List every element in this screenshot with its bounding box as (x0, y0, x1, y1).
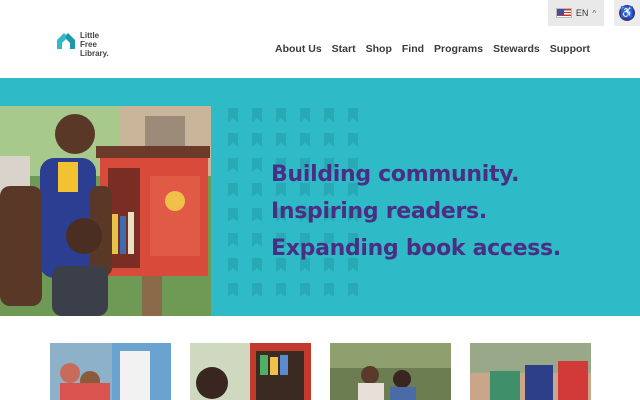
nav-shop[interactable]: Shop (366, 43, 392, 55)
site-logo[interactable]: Little Free Library. (56, 31, 109, 58)
bookmark-shape (228, 258, 238, 272)
nav-about-us[interactable]: About Us (275, 43, 322, 55)
bookmark-shape (228, 283, 238, 297)
bookmark-shape (228, 183, 238, 197)
chevron-up-icon: ^ (592, 8, 597, 18)
language-selector[interactable]: EN ^ (548, 0, 604, 26)
bookmark-shape (300, 283, 310, 297)
bookmark-shape (252, 158, 262, 172)
bookmark-shape (348, 283, 358, 297)
man-and-child-at-little-free-library-photo (0, 106, 211, 316)
logo-line: Free (80, 40, 97, 49)
thumbnail-card[interactable] (470, 343, 591, 400)
bookmark-shape (276, 283, 286, 297)
girl-with-bookshelf-photo (190, 343, 311, 400)
thumbnail-card[interactable] (190, 343, 311, 400)
nav-support[interactable]: Support (550, 43, 590, 55)
bookmark-shape (324, 108, 334, 122)
logo-text: Little Free Library. (80, 31, 109, 58)
thumbnail-card[interactable] (330, 343, 451, 400)
nav-find[interactable]: Find (402, 43, 424, 55)
hero-photo (0, 106, 211, 316)
nav-start[interactable]: Start (332, 43, 356, 55)
hero-line: Building community. (271, 162, 520, 187)
bookmark-shape (252, 108, 262, 122)
bookmark-shape (228, 108, 238, 122)
bookmark-shape (228, 158, 238, 172)
us-flag-icon (555, 8, 572, 18)
hero-headline: Building community. Inspiring readers. E… (271, 156, 561, 267)
page: EN ^ ♿ Little Free Library. About Us Sta… (0, 0, 640, 400)
bookmark-shape (252, 233, 262, 247)
house-book-logo-icon (57, 33, 75, 49)
bookmark-shape (324, 283, 334, 297)
bookmark-shape (300, 108, 310, 122)
bookmark-shape (228, 133, 238, 147)
accessibility-icon: ♿ (619, 5, 635, 21)
bookmark-shape (348, 108, 358, 122)
children-at-library-box-photo (50, 343, 171, 400)
nav-stewards[interactable]: Stewards (493, 43, 540, 55)
bookmark-shape (300, 133, 310, 147)
nav-programs[interactable]: Programs (434, 43, 483, 55)
bookmark-shape (252, 133, 262, 147)
accessibility-button[interactable]: ♿ (614, 0, 640, 26)
colorful-library-box-photo (470, 343, 591, 400)
bookmark-shape (228, 208, 238, 222)
bookmark-shape (324, 133, 334, 147)
bookmark-shape (228, 233, 238, 247)
bookmark-shape (276, 133, 286, 147)
language-code: EN (575, 8, 589, 18)
hero-banner: Building community. Inspiring readers. E… (0, 78, 640, 316)
thumbnail-card[interactable] (50, 343, 171, 400)
bookmark-shape (252, 183, 262, 197)
hero-line: Inspiring readers. (271, 199, 487, 224)
main-nav: About Us Start Shop Find Programs Stewar… (275, 43, 590, 55)
logo-line: Library. (80, 49, 109, 58)
women-outdoors-photo (330, 343, 451, 400)
hero-line: Expanding book access. (271, 236, 561, 261)
logo-line: Little (80, 31, 100, 40)
bookmark-shape (252, 208, 262, 222)
bookmark-shape (348, 133, 358, 147)
bookmark-shape (252, 283, 262, 297)
bookmark-shape (276, 108, 286, 122)
bookmark-shape (252, 258, 262, 272)
